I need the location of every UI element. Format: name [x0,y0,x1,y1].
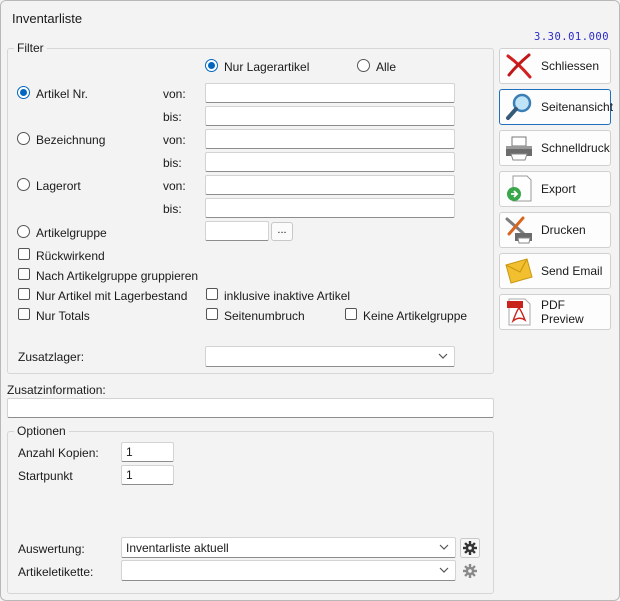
bezeichnung-von-label: von: [163,133,186,147]
send-email-button[interactable]: Send Email [499,253,611,289]
pdf-file-icon [507,298,531,326]
seitenansicht-button[interactable]: Seitenansicht [499,89,614,125]
alle-label[interactable]: Alle [376,60,396,74]
export-button[interactable]: Export [499,171,611,207]
artikel-nr-von-label: von: [163,87,186,101]
printer-icon [506,136,532,161]
filter-legend: Filter [14,41,47,55]
zusatzlager-dropdown[interactable] [205,346,455,367]
chevron-down-icon [439,544,449,550]
schnelldruck-button[interactable]: Schnelldruck [499,130,611,166]
bezeichnung-bis-label: bis: [163,156,182,170]
close-x-icon [506,53,532,79]
artikelgruppe-browse-button[interactable]: ... [271,222,293,241]
zusatzinformation-input[interactable] [7,398,494,418]
send-email-label: Send Email [541,264,603,278]
envelope-icon [505,258,533,284]
nur-lagerartikel-label[interactable]: Nur Lagerartikel [224,60,309,74]
schliessen-button[interactable]: Schliessen [499,48,611,84]
drucken-label: Drucken [541,223,586,237]
lagerort-bis-input[interactable] [205,198,455,218]
nur-lagerbestand-label[interactable]: Nur Artikel mit Lagerbestand [36,289,187,303]
optionen-legend: Optionen [14,424,69,438]
lagerort-von-label: von: [163,179,186,193]
pdf-preview-button[interactable]: PDF Preview [499,294,611,330]
alle-radio[interactable] [357,59,370,72]
artikel-nr-bis-input[interactable] [205,106,455,126]
auswertung-dropdown[interactable]: Inventarliste aktuell [121,537,456,558]
artikel-nr-radio[interactable] [17,86,30,99]
artikeletikette-settings-gear-icon[interactable] [460,561,480,581]
schliessen-label: Schliessen [541,59,600,73]
window-title: Inventarliste [12,11,83,26]
artikeletikette-dropdown[interactable] [121,560,456,581]
seitenumbruch-checkbox[interactable] [206,308,218,320]
artikel-nr-label[interactable]: Artikel Nr. [36,87,88,101]
chevron-down-icon [438,353,448,359]
lagerort-bis-label: bis: [163,202,182,216]
version-label: 3.30.01.000 [534,31,610,43]
artikel-nr-von-input[interactable] [205,83,455,103]
inaktive-checkbox[interactable] [206,288,218,300]
artikel-nr-bis-label: bis: [163,110,182,124]
artikeletikette-label: Artikeletikette: [18,565,94,579]
artikelgruppe-label[interactable]: Artikelgruppe [36,226,107,240]
seitenumbruch-label[interactable]: Seitenumbruch [224,309,305,323]
title-bar: Inventarliste [1,1,619,35]
startpunkt-input[interactable] [121,465,174,485]
magnifier-icon [506,93,532,120]
rueckwirkend-checkbox[interactable] [18,248,30,260]
lagerort-radio[interactable] [17,178,30,191]
nach-artikelgruppe-checkbox[interactable] [18,268,30,280]
bezeichnung-radio[interactable] [17,132,30,145]
zusatzinformation-label: Zusatzinformation: [7,383,106,397]
auswertung-settings-gear-icon[interactable] [460,538,480,558]
schnelldruck-label: Schnelldruck [541,141,610,155]
bezeichnung-label[interactable]: Bezeichnung [36,133,105,147]
chevron-down-icon [439,567,449,573]
nur-lagerartikel-radio[interactable] [205,59,218,72]
auswertung-value: Inventarliste aktuell [126,541,229,555]
anzahl-kopien-label: Anzahl Kopien: [18,446,99,460]
artikelgruppe-radio[interactable] [17,225,30,238]
keine-artikelgruppe-label[interactable]: Keine Artikelgruppe [363,309,467,323]
nur-lagerbestand-checkbox[interactable] [18,288,30,300]
inaktive-label[interactable]: inklusive inaktive Artikel [224,289,350,303]
print-tools-icon [505,216,532,244]
export-icon [507,175,532,202]
nur-totals-label[interactable]: Nur Totals [36,309,90,323]
nur-totals-checkbox[interactable] [18,308,30,320]
seitenansicht-label: Seitenansicht [541,100,614,114]
startpunkt-label: Startpunkt [18,469,73,483]
lagerort-label[interactable]: Lagerort [36,179,81,193]
keine-artikelgruppe-checkbox[interactable] [345,308,357,320]
rueckwirkend-label[interactable]: Rückwirkend [36,249,105,263]
drucken-button[interactable]: Drucken [499,212,611,248]
zusatzlager-label: Zusatzlager: [18,350,85,364]
lagerort-von-input[interactable] [205,175,455,195]
export-label: Export [541,182,576,196]
pdf-preview-label: PDF Preview [541,298,584,326]
bezeichnung-von-input[interactable] [205,129,455,149]
inventarliste-window: Inventarliste 3.30.01.000 Filter Nur Lag… [0,0,620,601]
auswertung-label: Auswertung: [18,542,85,556]
bezeichnung-bis-input[interactable] [205,152,455,172]
anzahl-kopien-input[interactable] [121,442,174,462]
nach-artikelgruppe-label[interactable]: Nach Artikelgruppe gruppieren [36,269,198,283]
artikelgruppe-input[interactable] [205,221,269,241]
